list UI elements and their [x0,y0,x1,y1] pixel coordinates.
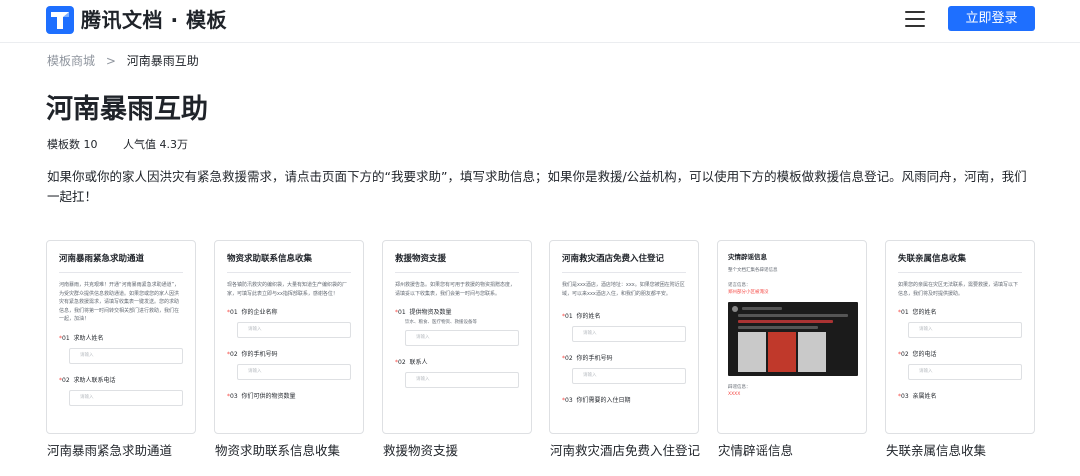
card-field-label: *03 你们需要的入住日期 [562,397,631,404]
card-field-input: 请输入 [237,322,351,338]
divider [395,272,519,273]
card-field-input: 请输入 [572,326,686,342]
page-description: 如果你或你的家人因洪灾有紧急救援需求，请点击页面下方的“我要求助”，填写求助信息… [47,169,1027,204]
template-card-rumor-refute[interactable]: 灾情辟谣信息 整个文档汇集各辟谣信息 谣言信息： 郑州部分小区被淹没 辟谣信息：… [717,240,867,434]
template-card-missing-relatives[interactable]: 失联亲属信息收集 如果您的亲属在灾区无法联系，需要救援，请填写以下信息，我们将及… [885,240,1035,434]
card-preview-title: 河南救灾酒店免费入住登记 [562,254,665,264]
card-field-label: *02 你的手机号码 [227,351,278,358]
card-preview-title: 灾情辟谣信息 [728,253,767,261]
rumor-heading: 谣言信息： [728,283,751,288]
card-field-label: *01 你的企业名称 [227,309,278,316]
card-label-emergency-help[interactable]: 河南暴雨紧急求助通道 [47,442,172,460]
card-preview-text: 我们是xxx酒店，酒店地址：xxx。如果您被困在附近区域，可以来xxx酒店入住，… [562,282,685,297]
card-field-hint: 饮水、粮食、医疗物资、救援设备等 [405,320,477,325]
card-field-label: *02 您的电话 [898,351,937,358]
card-field-input: 请输入 [405,372,519,388]
popularity-count: 人气值 4.3万 [123,138,188,151]
template-card-rescue-supplies[interactable]: 救援物资支援 郑州救援告急。如果您有可用于救援的物资捐赠态度，请填妥以下收集表，… [382,240,532,434]
card-preview-text: 河南暴雨，共克艰难！开通“河南暴雨紧急求助通道”，为受灾群众提供信息救助通道。如… [59,282,180,322]
card-label-supply-contact[interactable]: 物资求助联系信息收集 [215,442,340,460]
breadcrumb-template-mall[interactable]: 模板商城 [47,54,95,68]
card-field-label: *01 你的姓名 [562,313,601,320]
rumor-text: 郑州部分小区被淹没 [728,290,769,295]
card-preview-title: 失联亲属信息收集 [898,254,967,264]
card-preview-text: 郑州救援告急。如果您有可用于救援的物资捐赠态度，请填妥以下收集表，我们会第一时间… [395,282,516,297]
breadcrumb-current: 河南暴雨互助 [126,54,199,68]
card-field-input: 请输入 [572,368,686,384]
card-label-rescue-supplies[interactable]: 救援物资支援 [383,442,458,460]
card-field-input: 请输入 [69,347,183,364]
template-card-supply-contact[interactable]: 物资求助联系信息收集 现各镇防汛救灾的编织袋，大量有知道生产编织袋的厂家，可填写… [214,240,364,434]
card-label-missing-relatives[interactable]: 失联亲属信息收集 [886,442,986,460]
card-field-label: *01 提供物资及数量 [395,309,452,316]
card-preview-title: 救援物资支援 [395,254,447,264]
breadcrumb: 模板商城 > 河南暴雨互助 [47,52,199,70]
divider [59,272,183,273]
card-field-label: *01 求助人姓名 [59,334,104,342]
menu-icon[interactable] [905,11,925,29]
card-field-input: 请输入 [908,364,1022,380]
chevron-right-icon: > [105,54,116,68]
card-field-label: *02 联系人 [395,359,428,366]
card-field-input: 请输入 [908,322,1022,338]
card-field-label: *03 你们可供的物资数量 [227,393,296,400]
page-title: 河南暴雨互助 [46,94,208,125]
card-field-label: *03 亲属姓名 [898,393,937,400]
card-label-hotel-registration[interactable]: 河南救灾酒店免费入住登记 [550,442,700,460]
tencent-docs-logo-icon[interactable] [46,6,74,34]
divider [562,272,686,273]
card-field-label: *02 求助人联系电话 [59,376,116,384]
screenshot-preview-image [728,302,858,376]
template-count: 模板数 10 [47,138,98,151]
card-preview-text: 如果您的亲属在灾区无法联系，需要救援，请填写以下信息，我们将及时提供援助。 [898,282,1019,297]
brand-title[interactable]: 腾讯文档 · 模板 [81,7,227,33]
card-preview-title: 河南暴雨紧急求助通道 [59,254,145,264]
card-preview-text: 整个文档汇集各辟谣信息 [728,268,778,273]
card-field-input: 请输入 [69,389,183,406]
card-field-label: *02 你的手机号码 [562,355,613,362]
card-field-input: 请输入 [237,364,351,380]
template-card-emergency-help[interactable]: 河南暴雨紧急求助通道 河南暴雨，共克艰难！开通“河南暴雨紧急求助通道”，为受灾群… [46,240,196,434]
card-label-rumor-refute[interactable]: 灾情辟谣信息 [718,442,793,460]
verify-heading: 辟谣信息： [728,385,751,390]
template-card-hotel-registration[interactable]: 河南救灾酒店免费入住登记 我们是xxx酒店，酒店地址：xxx。如果您被困在附近区… [549,240,699,434]
divider [227,272,351,273]
login-button[interactable]: 立即登录 [948,6,1035,31]
card-preview-title: 物资求助联系信息收集 [227,254,313,264]
card-field-label: *01 您的姓名 [898,309,937,316]
page-meta: 模板数 10 人气值 4.3万 [47,137,210,153]
top-bar: 腾讯文档 · 模板 立即登录 [0,0,1080,43]
card-preview-text: 现各镇防汛救灾的编织袋，大量有知道生产编织袋的厂家，可填写此表立即与xx指挥部联… [227,282,348,297]
card-field-input: 请输入 [405,330,519,346]
divider [898,272,1022,273]
verify-text: XXXX [728,392,741,397]
